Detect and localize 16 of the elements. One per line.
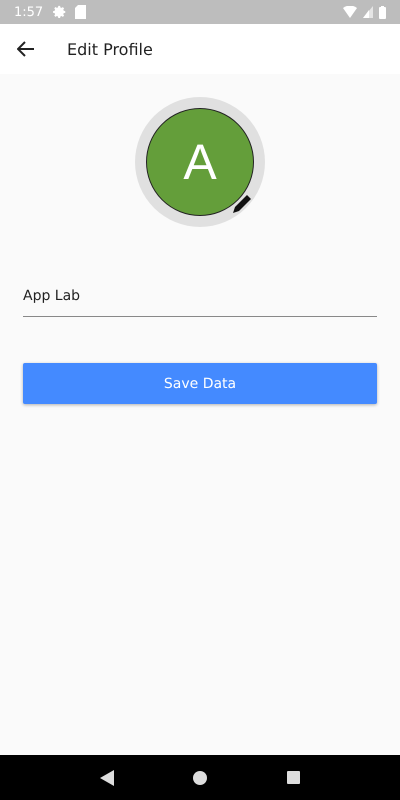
status-time: 1:57 <box>14 4 44 20</box>
signal-icon <box>363 6 373 18</box>
name-field[interactable]: App Lab <box>23 282 377 317</box>
back-arrow-icon[interactable] <box>17 41 35 57</box>
wifi-icon <box>343 6 357 18</box>
settings-icon <box>53 5 68 19</box>
avatar[interactable]: A <box>146 108 254 216</box>
home-icon[interactable] <box>193 770 208 784</box>
recents-icon[interactable] <box>287 771 300 784</box>
save-button[interactable]: Save Data <box>23 363 377 404</box>
sd-card-icon <box>75 5 86 19</box>
avatar-initial: A <box>183 133 217 191</box>
pencil-icon[interactable] <box>231 193 253 215</box>
back-icon[interactable] <box>100 770 114 786</box>
page-title: Edit Profile <box>67 40 153 58</box>
battery-icon <box>379 6 386 18</box>
